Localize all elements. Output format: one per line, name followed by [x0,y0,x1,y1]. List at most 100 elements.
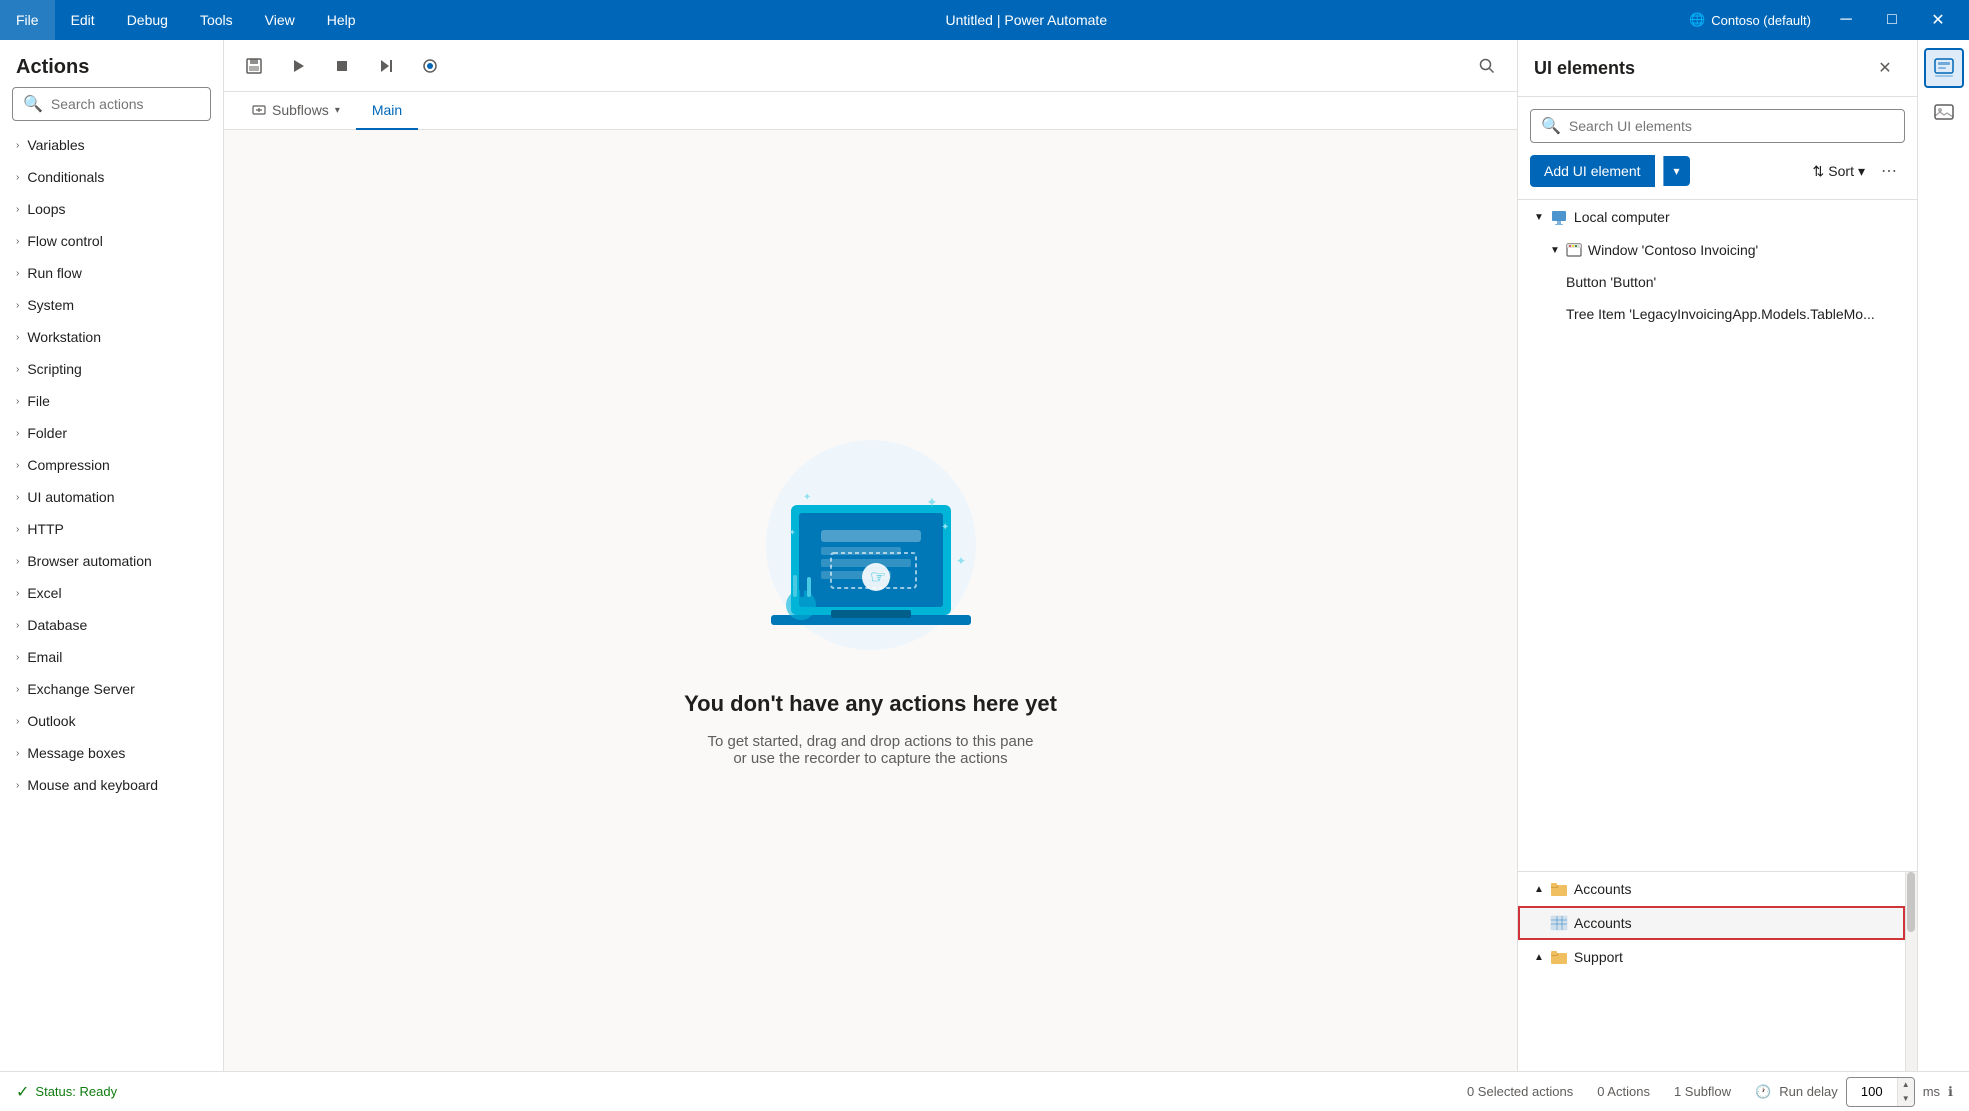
tree-item-accounts-table[interactable]: Accounts [1518,906,1905,940]
next-step-button[interactable] [368,48,404,84]
action-label: Message boxes [27,745,125,761]
ui-elements-bottom-tree: ▲ Accounts [1518,871,1917,1071]
ui-search-box[interactable]: 🔍 [1530,109,1905,143]
chevron-right-icon: › [16,716,19,727]
chevron-right-icon: › [16,428,19,439]
menu-tools[interactable]: Tools [184,0,249,40]
action-label: Conditionals [27,169,104,185]
action-item-excel[interactable]: › Excel [0,577,223,609]
chevron-down-icon: ▾ [1858,163,1865,180]
close-ui-panel-button[interactable]: ✕ [1869,52,1901,84]
ui-elements-sidebar-button[interactable] [1924,48,1964,88]
tree-item-support-folder[interactable]: ▲ Support [1518,940,1905,974]
action-item-flow-control[interactable]: › Flow control [0,225,223,257]
action-item-file[interactable]: › File [0,385,223,417]
window-contoso-label: Window 'Contoso Invoicing' [1588,242,1758,258]
run-button[interactable] [280,48,316,84]
status-ready: ✓ Status: Ready [16,1082,117,1102]
account-info[interactable]: 🌐 Contoso (default) [1681,12,1819,28]
action-item-database[interactable]: › Database [0,609,223,641]
chevron-right-icon: › [16,236,19,247]
button-label: Button 'Button' [1566,274,1656,290]
chevron-right-icon: › [16,588,19,599]
images-sidebar-button[interactable] [1924,92,1964,132]
search-input[interactable] [51,96,200,112]
info-icon[interactable]: ℹ [1948,1084,1953,1100]
tree-item-local-computer[interactable]: ▼ Local computer [1518,200,1917,234]
chevron-down-icon: ▾ [335,105,340,116]
action-label: Exchange Server [27,681,134,697]
save-button[interactable] [236,48,272,84]
tree-item-legacy[interactable]: Tree Item 'LegacyInvoicingApp.Models.Tab… [1518,298,1917,330]
action-label: Run flow [27,265,81,281]
tab-subflows-label: Subflows [272,102,329,118]
minimize-button[interactable]: ─ [1823,0,1869,40]
tree-item-window-contoso[interactable]: ▼ Window 'Contoso Invoicing' [1518,234,1917,266]
ui-search-input[interactable] [1569,118,1894,134]
sort-button[interactable]: ⇅ Sort ▾ [1813,163,1865,180]
menu-help[interactable]: Help [311,0,372,40]
action-label: Loops [27,201,65,217]
more-options-button[interactable]: ⋯ [1873,155,1905,187]
action-item-run-flow[interactable]: › Run flow [0,257,223,289]
center-panel: Subflows ▾ Main [224,40,1517,1071]
folder-icon [1550,948,1568,966]
add-ui-element-button[interactable]: Add UI element [1530,155,1655,187]
ui-elements-panel: UI elements ✕ 🔍 Add UI element ▾ ⇅ Sort … [1517,40,1917,1071]
action-item-scripting[interactable]: › Scripting [0,353,223,385]
action-item-ui-automation[interactable]: › UI automation [0,481,223,513]
tab-subflows[interactable]: Subflows ▾ [236,92,356,130]
run-delay-input[interactable] [1847,1080,1897,1103]
legacy-label: Tree Item 'LegacyInvoicingApp.Models.Tab… [1566,306,1875,322]
svg-text:✦: ✦ [926,494,938,510]
action-label: Workstation [27,329,101,345]
action-item-exchange-server[interactable]: › Exchange Server [0,673,223,705]
tree-item-accounts-folder[interactable]: ▲ Accounts [1518,872,1905,906]
check-circle-icon: ✓ [16,1082,29,1102]
run-delay-input-wrap[interactable]: ▲ ▼ [1846,1077,1915,1107]
close-button[interactable]: ✕ [1915,0,1961,40]
actions-search-box[interactable]: 🔍 [12,87,211,121]
action-label: File [27,393,50,409]
action-label: HTTP [27,521,64,537]
action-item-outlook[interactable]: › Outlook [0,705,223,737]
action-item-browser-automation[interactable]: › Browser automation [0,545,223,577]
action-item-email[interactable]: › Email [0,641,223,673]
stop-button[interactable] [324,48,360,84]
actions-panel: Actions 🔍 › Variables › Conditionals › L… [0,40,224,1071]
action-item-variables[interactable]: › Variables [0,129,223,161]
chevron-right-icon: › [16,204,19,215]
tree-item-button[interactable]: Button 'Button' [1518,266,1917,298]
action-item-conditionals[interactable]: › Conditionals [0,161,223,193]
search-button[interactable] [1469,48,1505,84]
ui-panel-title: UI elements [1534,58,1869,79]
action-item-workstation[interactable]: › Workstation [0,321,223,353]
svg-text:☞: ☞ [870,567,886,587]
menu-debug[interactable]: Debug [111,0,184,40]
record-button[interactable] [412,48,448,84]
chevron-right-icon: › [16,780,19,791]
action-item-mouse-and-keyboard[interactable]: › Mouse and keyboard [0,769,223,801]
action-label: Scripting [27,361,81,377]
menu-edit[interactable]: Edit [55,0,111,40]
window-controls: ─ □ ✕ [1823,0,1961,40]
action-item-loops[interactable]: › Loops [0,193,223,225]
svg-text:✦: ✦ [956,554,966,568]
action-item-system[interactable]: › System [0,289,223,321]
chevron-right-icon: › [16,396,19,407]
chevron-right-icon: › [16,268,19,279]
add-ui-element-dropdown[interactable]: ▾ [1663,156,1690,186]
menu-view[interactable]: View [249,0,311,40]
action-item-message-boxes[interactable]: › Message boxes [0,737,223,769]
tab-main[interactable]: Main [356,92,418,130]
action-item-http[interactable]: › HTTP [0,513,223,545]
local-computer-label: Local computer [1574,209,1670,225]
tab-main-label: Main [372,102,402,118]
run-delay-down[interactable]: ▼ [1898,1092,1914,1106]
action-label: Mouse and keyboard [27,777,158,793]
action-item-compression[interactable]: › Compression [0,449,223,481]
menu-file[interactable]: File [0,0,55,40]
action-item-folder[interactable]: › Folder [0,417,223,449]
maximize-button[interactable]: □ [1869,0,1915,40]
run-delay-up[interactable]: ▲ [1898,1078,1914,1092]
